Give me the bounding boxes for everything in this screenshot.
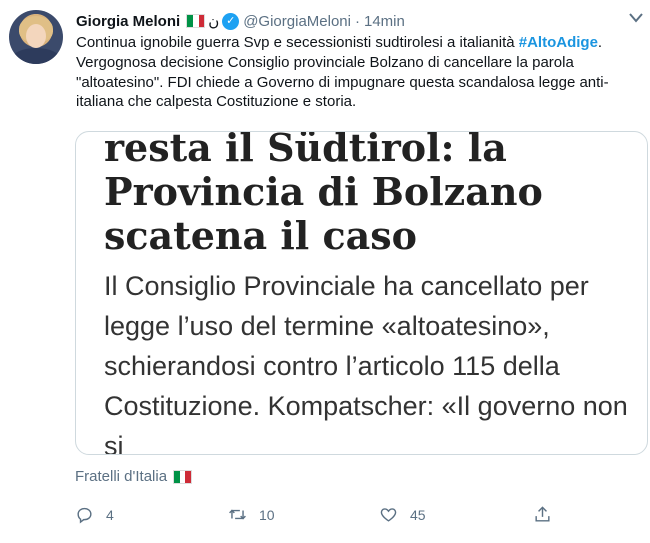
heart-icon bbox=[380, 508, 397, 522]
chevron-down-icon[interactable] bbox=[628, 12, 644, 24]
tweet-header: Giorgia Meloni ن ✓ @GiorgiaMeloni · 14mi… bbox=[76, 11, 405, 31]
separator-dot: · bbox=[354, 12, 360, 30]
action-bar: 4 10 45 bbox=[75, 505, 555, 527]
italy-flag-icon bbox=[186, 14, 206, 28]
reply-count: 4 bbox=[106, 506, 114, 523]
author-name-extra: ن bbox=[208, 13, 220, 30]
italy-flag-icon bbox=[173, 469, 193, 484]
like-count: 45 bbox=[410, 506, 426, 523]
author-name[interactable]: Giorgia Meloni bbox=[76, 13, 180, 30]
avatar-shoulders bbox=[11, 48, 61, 64]
like-button[interactable]: 45 bbox=[379, 505, 426, 524]
retweet-button[interactable]: 10 bbox=[228, 505, 275, 524]
avatar-face bbox=[26, 24, 46, 48]
hashtag-link[interactable]: #AltoAdige bbox=[519, 34, 598, 51]
media-subtext: Il Consiglio Provinciale ha cancellato p… bbox=[104, 271, 628, 455]
avatar[interactable] bbox=[9, 10, 63, 64]
tweet-text-part1: Continua ignobile guerra Svp e secession… bbox=[76, 34, 519, 51]
verified-badge-icon: ✓ bbox=[222, 12, 240, 30]
share-button[interactable] bbox=[533, 505, 552, 524]
retweet-count: 10 bbox=[259, 506, 275, 523]
retweet-icon bbox=[229, 509, 246, 520]
media-card[interactable]: resta il Südtirol: la Provincia di Bolza… bbox=[75, 131, 648, 455]
tweet-timestamp[interactable]: 14min bbox=[364, 13, 405, 30]
reply-icon bbox=[77, 507, 92, 524]
author-handle[interactable]: @GiorgiaMeloni bbox=[243, 13, 351, 30]
source-label[interactable]: Fratelli d'Italia bbox=[75, 468, 167, 485]
reply-button[interactable]: 4 bbox=[75, 505, 114, 524]
tweet-text: Continua ignobile guerra Svp e secession… bbox=[76, 33, 646, 112]
media-headline: resta il Südtirol: la Provincia di Bolza… bbox=[104, 131, 543, 258]
share-icon bbox=[535, 506, 550, 522]
tweet-source: Fratelli d'Italia bbox=[75, 468, 193, 485]
